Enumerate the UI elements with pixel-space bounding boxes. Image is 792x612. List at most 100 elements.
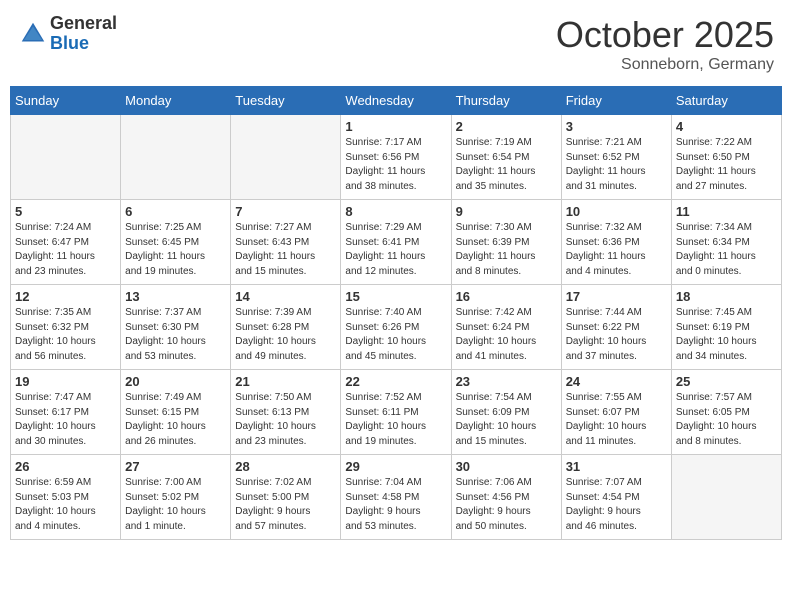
table-row xyxy=(231,115,341,200)
header-wednesday: Wednesday xyxy=(341,87,451,115)
table-row: 20 Sunrise: 7:49 AM Sunset: 6:15 PM Dayli… xyxy=(121,370,231,455)
day-number: 28 xyxy=(235,459,336,474)
day-number: 13 xyxy=(125,289,226,304)
day-info: Sunrise: 7:30 AM Sunset: 6:39 PM Dayligh… xyxy=(456,221,557,279)
logo: General Blue xyxy=(18,14,117,54)
table-row: 5 Sunrise: 7:24 AM Sunset: 6:47 PM Daylig… xyxy=(11,200,121,285)
table-row xyxy=(11,115,121,200)
day-number: 7 xyxy=(235,204,336,219)
day-info: Sunrise: 7:29 AM Sunset: 6:41 PM Dayligh… xyxy=(345,221,446,279)
day-info: Sunrise: 7:35 AM Sunset: 6:32 PM Dayligh… xyxy=(15,306,116,364)
table-row xyxy=(121,115,231,200)
table-row: 15 Sunrise: 7:40 AM Sunset: 6:26 PM Dayli… xyxy=(341,285,451,370)
day-info: Sunrise: 7:45 AM Sunset: 6:19 PM Dayligh… xyxy=(676,306,777,364)
header-friday: Friday xyxy=(561,87,671,115)
calendar-week-4: 19 Sunrise: 7:47 AM Sunset: 6:17 PM Dayli… xyxy=(11,370,782,455)
day-info: Sunrise: 7:52 AM Sunset: 6:11 PM Dayligh… xyxy=(345,391,446,449)
day-number: 29 xyxy=(345,459,446,474)
day-info: Sunrise: 7:22 AM Sunset: 6:50 PM Dayligh… xyxy=(676,136,777,194)
header-tuesday: Tuesday xyxy=(231,87,341,115)
month-title: October 2025 xyxy=(556,14,774,56)
day-number: 1 xyxy=(345,119,446,134)
day-number: 30 xyxy=(456,459,557,474)
table-row: 21Sunrise: 7:50 AM Sunset: 6:13 PM Dayli… xyxy=(231,370,341,455)
day-number: 6 xyxy=(125,204,226,219)
table-row: 18 Sunrise: 7:45 AM Sunset: 6:19 PM Dayli… xyxy=(671,285,781,370)
day-info: Sunrise: 7:44 AM Sunset: 6:22 PM Dayligh… xyxy=(566,306,667,364)
day-info: Sunrise: 7:04 AM Sunset: 4:58 PM Dayligh… xyxy=(345,476,446,534)
calendar-header: Sunday Monday Tuesday Wednesday Thursday… xyxy=(11,87,782,115)
day-number: 20 xyxy=(125,374,226,389)
table-row: 25 Sunrise: 7:57 AM Sunset: 6:05 PM Dayli… xyxy=(671,370,781,455)
day-number: 8 xyxy=(345,204,446,219)
day-number: 22 xyxy=(345,374,446,389)
calendar-week-1: 1Sunrise: 7:17 AM Sunset: 6:56 PM Daylig… xyxy=(11,115,782,200)
header-monday: Monday xyxy=(121,87,231,115)
day-info: Sunrise: 7:40 AM Sunset: 6:26 PM Dayligh… xyxy=(345,306,446,364)
table-row: 23Sunrise: 7:54 AM Sunset: 6:09 PM Dayli… xyxy=(451,370,561,455)
table-row: 26Sunrise: 6:59 AM Sunset: 5:03 PM Dayli… xyxy=(11,455,121,540)
day-info: Sunrise: 7:32 AM Sunset: 6:36 PM Dayligh… xyxy=(566,221,667,279)
day-number: 16 xyxy=(456,289,557,304)
day-number: 21 xyxy=(235,374,336,389)
day-info: Sunrise: 7:34 AM Sunset: 6:34 PM Dayligh… xyxy=(676,221,777,279)
day-number: 27 xyxy=(125,459,226,474)
day-number: 2 xyxy=(456,119,557,134)
calendar-table: Sunday Monday Tuesday Wednesday Thursday… xyxy=(10,86,782,540)
table-row: 29 Sunrise: 7:04 AM Sunset: 4:58 PM Dayli… xyxy=(341,455,451,540)
calendar-week-3: 12 Sunrise: 7:35 AM Sunset: 6:32 PM Dayli… xyxy=(11,285,782,370)
table-row: 31Sunrise: 7:07 AM Sunset: 4:54 PM Dayli… xyxy=(561,455,671,540)
logo-blue-label: Blue xyxy=(50,34,117,54)
day-info: Sunrise: 7:37 AM Sunset: 6:30 PM Dayligh… xyxy=(125,306,226,364)
day-info: Sunrise: 7:47 AM Sunset: 6:17 PM Dayligh… xyxy=(15,391,116,449)
page-header: General Blue October 2025 Sonneborn, Ger… xyxy=(10,10,782,78)
table-row: 24 Sunrise: 7:55 AM Sunset: 6:07 PM Dayli… xyxy=(561,370,671,455)
calendar-week-5: 26Sunrise: 6:59 AM Sunset: 5:03 PM Dayli… xyxy=(11,455,782,540)
logo-text: General Blue xyxy=(50,14,117,54)
day-info: Sunrise: 7:49 AM Sunset: 6:15 PM Dayligh… xyxy=(125,391,226,449)
table-row: 12 Sunrise: 7:35 AM Sunset: 6:32 PM Dayli… xyxy=(11,285,121,370)
title-block: October 2025 Sonneborn, Germany xyxy=(556,14,774,74)
day-number: 11 xyxy=(676,204,777,219)
day-number: 18 xyxy=(676,289,777,304)
day-info: Sunrise: 7:24 AM Sunset: 6:47 PM Dayligh… xyxy=(15,221,116,279)
day-number: 24 xyxy=(566,374,667,389)
day-info: Sunrise: 7:55 AM Sunset: 6:07 PM Dayligh… xyxy=(566,391,667,449)
day-number: 26 xyxy=(15,459,116,474)
table-row: 27 Sunrise: 7:00 AM Sunset: 5:02 PM Dayli… xyxy=(121,455,231,540)
table-row: 10 Sunrise: 7:32 AM Sunset: 6:36 PM Dayli… xyxy=(561,200,671,285)
table-row: 7 Sunrise: 7:27 AM Sunset: 6:43 PM Daylig… xyxy=(231,200,341,285)
table-row: 2Sunrise: 7:19 AM Sunset: 6:54 PM Daylig… xyxy=(451,115,561,200)
day-number: 25 xyxy=(676,374,777,389)
day-info: Sunrise: 7:39 AM Sunset: 6:28 PM Dayligh… xyxy=(235,306,336,364)
day-number: 17 xyxy=(566,289,667,304)
table-row: 17 Sunrise: 7:44 AM Sunset: 6:22 PM Dayli… xyxy=(561,285,671,370)
table-row: 14 Sunrise: 7:39 AM Sunset: 6:28 PM Dayli… xyxy=(231,285,341,370)
table-row: 13 Sunrise: 7:37 AM Sunset: 6:30 PM Dayli… xyxy=(121,285,231,370)
day-number: 19 xyxy=(15,374,116,389)
location-label: Sonneborn, Germany xyxy=(556,56,774,74)
day-info: Sunrise: 7:42 AM Sunset: 6:24 PM Dayligh… xyxy=(456,306,557,364)
day-info: Sunrise: 7:00 AM Sunset: 5:02 PM Dayligh… xyxy=(125,476,226,534)
logo-general-label: General xyxy=(50,14,117,34)
day-number: 14 xyxy=(235,289,336,304)
day-number: 31 xyxy=(566,459,667,474)
table-row xyxy=(671,455,781,540)
day-number: 5 xyxy=(15,204,116,219)
table-row: 8 Sunrise: 7:29 AM Sunset: 6:41 PM Daylig… xyxy=(341,200,451,285)
table-row: 1Sunrise: 7:17 AM Sunset: 6:56 PM Daylig… xyxy=(341,115,451,200)
logo-icon xyxy=(18,19,48,49)
day-number: 10 xyxy=(566,204,667,219)
day-number: 12 xyxy=(15,289,116,304)
day-info: Sunrise: 7:25 AM Sunset: 6:45 PM Dayligh… xyxy=(125,221,226,279)
day-info: Sunrise: 7:57 AM Sunset: 6:05 PM Dayligh… xyxy=(676,391,777,449)
weekday-header-row: Sunday Monday Tuesday Wednesday Thursday… xyxy=(11,87,782,115)
table-row: 11 Sunrise: 7:34 AM Sunset: 6:34 PM Dayli… xyxy=(671,200,781,285)
day-number: 15 xyxy=(345,289,446,304)
day-info: Sunrise: 7:27 AM Sunset: 6:43 PM Dayligh… xyxy=(235,221,336,279)
table-row: 28Sunrise: 7:02 AM Sunset: 5:00 PM Dayli… xyxy=(231,455,341,540)
table-row: 22 Sunrise: 7:52 AM Sunset: 6:11 PM Dayli… xyxy=(341,370,451,455)
day-info: Sunrise: 7:54 AM Sunset: 6:09 PM Dayligh… xyxy=(456,391,557,449)
day-info: Sunrise: 7:06 AM Sunset: 4:56 PM Dayligh… xyxy=(456,476,557,534)
table-row: 16 Sunrise: 7:42 AM Sunset: 6:24 PM Dayli… xyxy=(451,285,561,370)
